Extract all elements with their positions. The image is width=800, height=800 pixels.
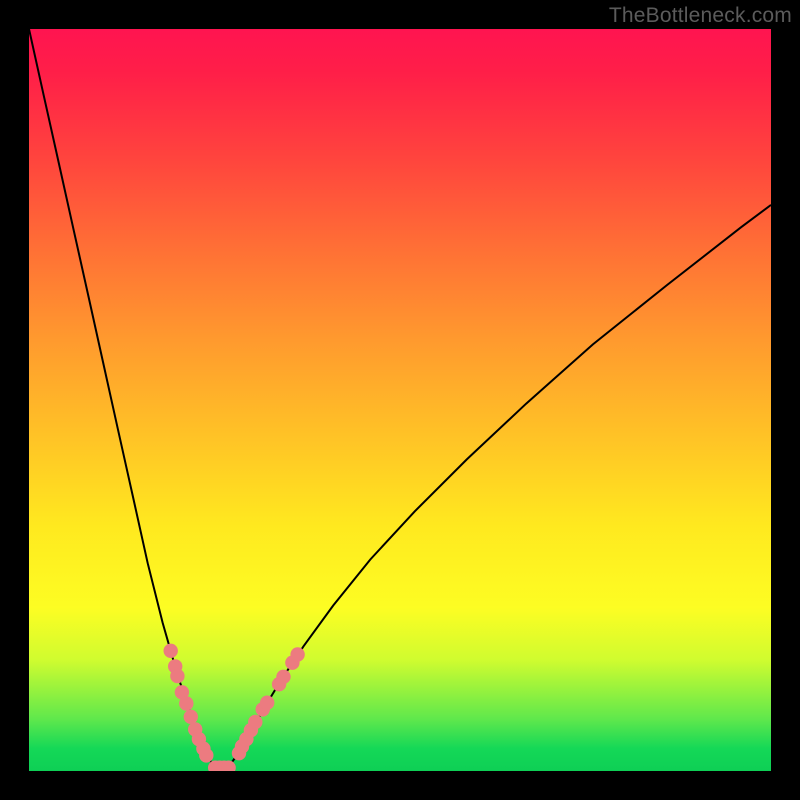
scatter-dot — [290, 647, 304, 661]
plot-svg — [29, 29, 771, 771]
curve-right-branch — [224, 205, 771, 770]
scatter-dot — [199, 748, 213, 762]
scatter-dot — [179, 696, 193, 710]
curve-left-branch — [29, 29, 218, 770]
scatter-dot — [276, 670, 290, 684]
scatter-dot — [260, 696, 274, 710]
watermark-text: TheBottleneck.com — [609, 4, 792, 28]
scatter-dot — [248, 715, 262, 729]
scatter-dot — [170, 669, 184, 683]
scatter-dot — [184, 710, 198, 724]
plot-area — [29, 29, 771, 771]
scatter-dot — [164, 644, 178, 658]
scatter-dots — [164, 644, 305, 771]
chart-frame: TheBottleneck.com — [0, 0, 800, 800]
